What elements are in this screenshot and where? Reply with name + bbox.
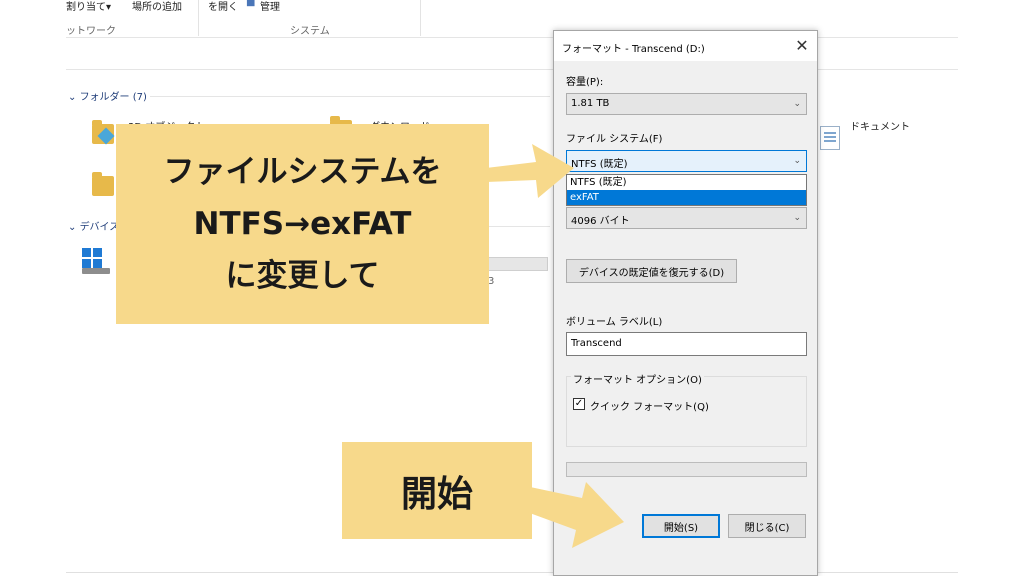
annotation-callout-start: 開始 (342, 442, 532, 539)
allocation-unit-select[interactable]: 4096 バイト ⌄ (566, 207, 807, 229)
filesystem-value: NTFS (既定) (571, 159, 628, 170)
ribbon: 割り当て▾ 場所の追加 を開く ■ 管理 ットワーク システム (66, 0, 958, 38)
quick-format-checkbox[interactable]: ✓ (573, 398, 585, 410)
chevron-down-icon: ⌄ (793, 213, 801, 223)
close-icon[interactable]: ✕ (790, 34, 814, 58)
restore-defaults-button[interactable]: デバイスの既定値を復元する(D) (566, 259, 737, 283)
status-divider (66, 572, 958, 573)
folders-header-text: フォルダー (7) (79, 92, 147, 103)
chevron-down-icon: ⌄ (793, 156, 801, 166)
chevron-down-icon: ⌄ (793, 99, 801, 109)
windows-drive-icon[interactable] (82, 248, 110, 274)
ribbon-separator (198, 0, 199, 36)
quick-format-label[interactable]: クイック フォーマット(Q) (590, 398, 709, 413)
filesystem-option-exfat[interactable]: exFAT (567, 190, 806, 205)
filesystem-label: ファイル システム(F) (566, 134, 663, 145)
capacity-select[interactable]: 1.81 TB ⌄ (566, 93, 807, 115)
filesystem-select[interactable]: NTFS (既定) ⌄ (566, 150, 807, 172)
devices-header-text: デバイス (79, 222, 120, 233)
dialog-title: フォーマット - Transcend (D:) (562, 44, 705, 55)
filesystem-dropdown-list: NTFS (既定) exFAT (566, 174, 807, 206)
allocation-unit-value: 4096 バイト (571, 216, 630, 227)
devices-section-header[interactable]: ⌄ デバイス (68, 218, 119, 233)
dialog-title-bar[interactable]: フォーマット - Transcend (D:) ✕ (554, 31, 817, 61)
windows-logo-icon (82, 248, 102, 268)
close-button[interactable]: 閉じる(C) (728, 514, 806, 538)
folders-section-header[interactable]: ⌄ フォルダー (7) (68, 88, 147, 103)
system-group-label: システム (290, 26, 330, 37)
volume-label-label: ボリューム ラベル(L) (566, 317, 663, 328)
capacity-label: 容量(P): (566, 77, 604, 88)
capacity-value: 1.81 TB (571, 98, 610, 109)
annotation-line-1: ファイルシステムを (163, 154, 442, 190)
drive-base-icon (82, 268, 110, 274)
annotation-callout-filesystem: ファイルシステムを NTFS→exFAT に変更して (116, 124, 489, 324)
add-location-button[interactable]: 場所の追加 (132, 0, 182, 13)
annotation-line-2: NTFS→exFAT (193, 206, 412, 242)
drive-usage-bar (486, 257, 548, 271)
filesystem-option-ntfs[interactable]: NTFS (既定) (567, 175, 806, 190)
folder-pictures-icon[interactable] (92, 172, 114, 196)
arrow-to-filesystem-icon (486, 144, 574, 198)
start-button[interactable]: 開始(S) (642, 514, 720, 538)
annotation-line-3: に変更して (225, 258, 380, 294)
manage-button[interactable]: 管理 (260, 0, 280, 13)
network-group-label: ットワーク (66, 26, 116, 37)
volume-label-value: Transcend (571, 338, 622, 349)
section-divider (150, 96, 550, 97)
format-progress-bar (566, 462, 807, 477)
manage-icon: ■ (246, 0, 256, 8)
address-bar[interactable] (66, 42, 958, 70)
arrow-to-start-icon (516, 482, 624, 548)
documents-folder-icon[interactable] (820, 126, 840, 150)
ribbon-separator (420, 0, 421, 36)
folder-3d-objects-icon[interactable] (92, 120, 114, 144)
open-button[interactable]: を開く (208, 0, 238, 13)
folder-documents-label[interactable]: ドキュメント (850, 118, 910, 133)
format-options-label: フォーマット オプション(O) (571, 371, 704, 386)
assign-drive-button[interactable]: 割り当て▾ (66, 0, 111, 13)
volume-label-input[interactable]: Transcend (566, 332, 807, 356)
